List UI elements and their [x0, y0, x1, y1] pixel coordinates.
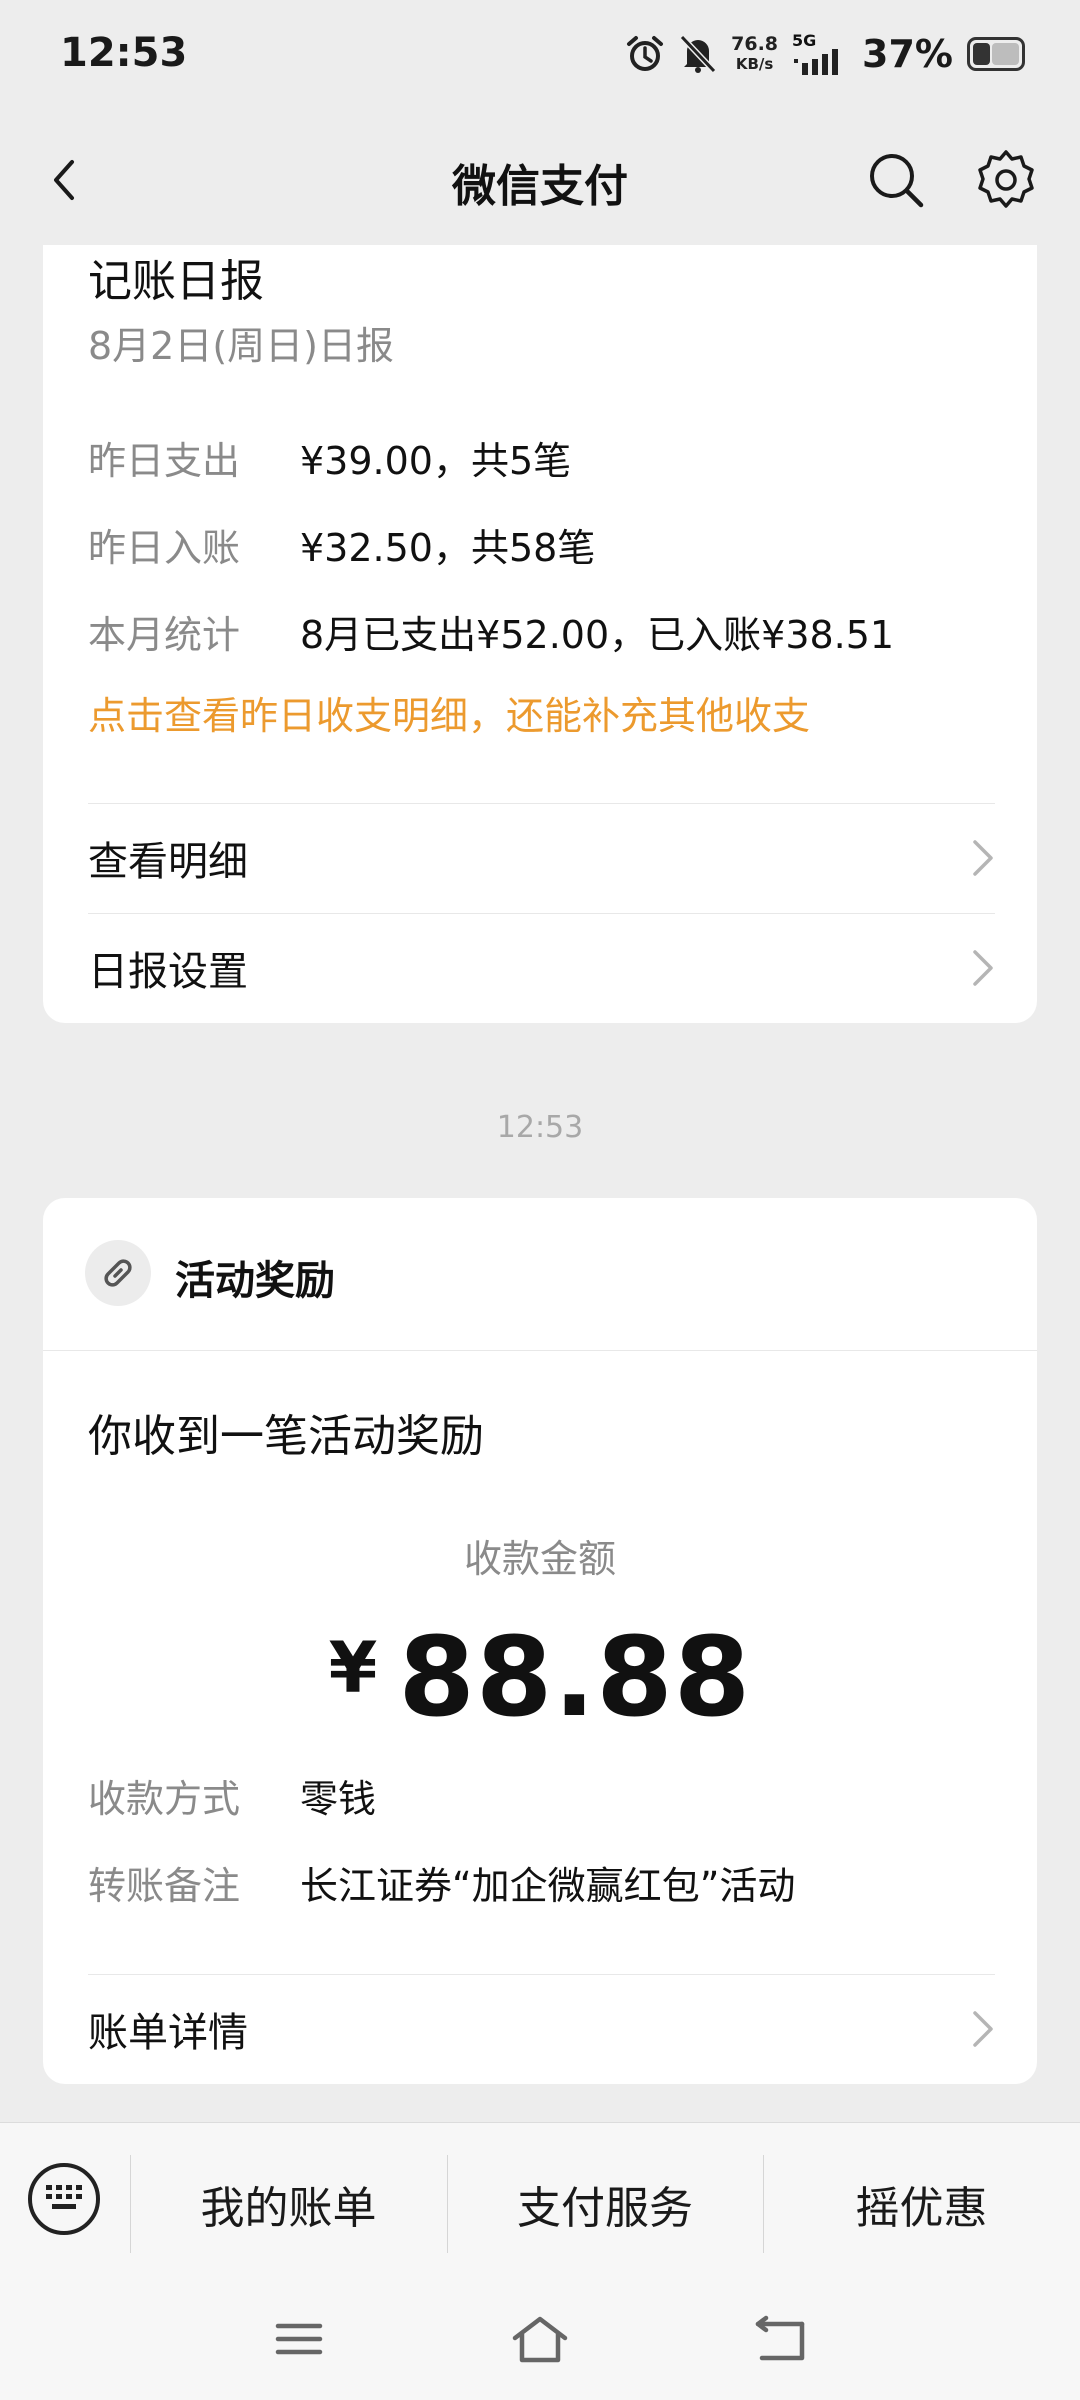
report-row-income: 昨日入账 ¥32.50，共58笔: [88, 517, 595, 572]
network-speed: 76.8 KB/s: [731, 33, 779, 73]
bottom-menu-bar: 我的账单 支付服务 摇优惠: [0, 2122, 1080, 2285]
chevron-right-icon: [971, 948, 995, 988]
row-label: 转账备注: [88, 1864, 241, 1908]
row-label: 昨日入账: [88, 526, 241, 570]
row-label: 本月统计: [88, 613, 241, 657]
bill-details-label: 账单详情: [88, 2010, 248, 2056]
reward-row-method: 收款方式 零钱: [88, 1768, 376, 1823]
report-settings-label: 日报设置: [88, 949, 248, 995]
signal-icon: 5G: [792, 33, 848, 75]
view-details-label: 查看明细: [88, 839, 248, 885]
row-label: 收款方式: [88, 1777, 241, 1821]
battery-icon: [967, 37, 1025, 71]
system-nav-bar: [0, 2284, 1080, 2400]
report-row-month: 本月统计 8月已支出¥52.00，已入账¥38.51: [88, 604, 894, 659]
row-value: ¥39.00，共5笔: [300, 439, 572, 483]
amount-value: 88.88: [398, 1613, 752, 1741]
report-date: 8月2日(周日)日报: [88, 324, 395, 368]
link-icon: [85, 1240, 151, 1306]
menu-payment-services[interactable]: 支付服务: [447, 2123, 763, 2285]
menu-my-bills[interactable]: 我的账单: [130, 2123, 447, 2285]
row-label: 昨日支出: [88, 439, 241, 483]
mute-icon: [679, 34, 717, 74]
battery-percent: 37%: [862, 32, 953, 76]
row-value: ¥32.50，共58笔: [300, 526, 596, 570]
reward-row-note: 转账备注 长江证券“加企微赢红包”活动: [88, 1855, 795, 1910]
reward-card[interactable]: 活动奖励 你收到一笔活动奖励 收款金额 ¥88.88 收款方式 零钱 转账备注 …: [43, 1198, 1037, 2084]
report-row-expense: 昨日支出 ¥39.00，共5笔: [88, 430, 571, 485]
amount-display: ¥88.88: [43, 1613, 1037, 1741]
back-icon[interactable]: [752, 2314, 808, 2368]
reward-card-header: 活动奖励: [43, 1198, 1037, 1351]
daily-report-card[interactable]: 记账日报 8月2日(周日)日报 昨日支出 ¥39.00，共5笔 昨日入账 ¥32…: [43, 245, 1037, 1023]
top-nav-bar: 微信支付: [0, 110, 1080, 245]
report-hint-link[interactable]: 点击查看昨日收支明细，还能补充其他收支: [88, 685, 810, 740]
menu-shake-offers[interactable]: 摇优惠: [763, 2123, 1080, 2285]
chevron-right-icon: [971, 2009, 995, 2049]
keyboard-icon[interactable]: [28, 2163, 100, 2235]
message-timestamp: 12:53: [496, 1110, 584, 1145]
status-time: 12:53: [60, 30, 188, 76]
alarm-icon: [625, 34, 665, 74]
reward-header-title: 活动奖励: [175, 1258, 335, 1304]
home-icon[interactable]: [510, 2314, 570, 2368]
gear-icon[interactable]: [972, 146, 1040, 214]
bill-details-row[interactable]: 账单详情: [88, 1974, 995, 2084]
chevron-right-icon: [971, 838, 995, 878]
search-icon[interactable]: [864, 148, 928, 212]
menu-icon[interactable]: [274, 2314, 324, 2368]
reward-message: 你收到一笔活动奖励: [88, 1411, 484, 1462]
report-title: 记账日报: [88, 256, 264, 307]
row-value: 8月已支出¥52.00，已入账¥38.51: [300, 613, 895, 657]
status-bar: 12:53 76.8 KB/s 5G 37%: [0, 0, 1080, 110]
currency-symbol: ¥: [328, 1627, 379, 1709]
row-value: 零钱: [300, 1777, 377, 1821]
row-value: 长江证券“加企微赢红包”活动: [300, 1864, 796, 1908]
amount-label: 收款金额: [463, 1537, 616, 1581]
view-details-row[interactable]: 查看明细: [88, 803, 995, 913]
report-settings-row[interactable]: 日报设置: [88, 913, 995, 1023]
